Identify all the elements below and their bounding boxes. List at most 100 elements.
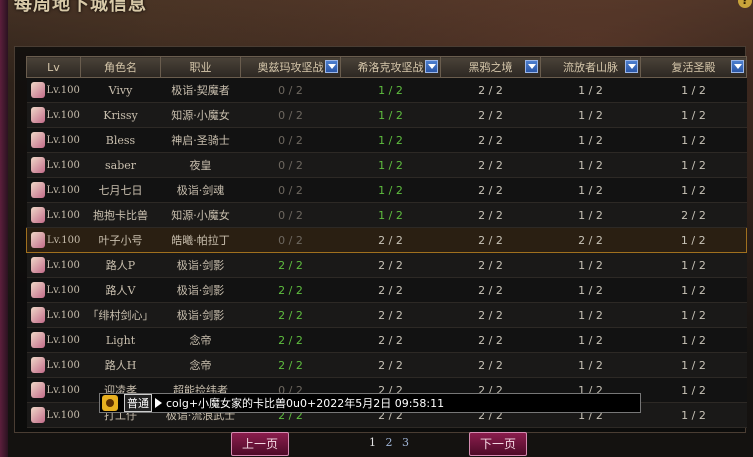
left-border	[0, 0, 8, 457]
column-header-1: 角色名	[80, 56, 161, 78]
column-header-6[interactable]: 流放者山脉	[540, 56, 641, 78]
level-text: Lv.100	[46, 184, 80, 196]
column-header-5[interactable]: 黑鸦之境	[440, 56, 541, 78]
character-job: 念帝	[160, 352, 241, 378]
column-header-4[interactable]: 希洛克攻坚战	[340, 56, 441, 78]
character-avatar-icon	[30, 257, 45, 273]
character-row[interactable]: Lv.100 Light 念帝 2 / 22 / 22 / 21 / 21 / 2	[26, 327, 747, 353]
character-row[interactable]: Lv.100 路人P 极诣·剑影 2 / 22 / 22 / 21 / 21 / 2	[26, 252, 747, 278]
dungeon-count-cell: 2 / 2	[340, 252, 441, 278]
character-name: 路人P	[80, 252, 161, 278]
dungeon-count-cell: 1 / 2	[640, 402, 747, 428]
level-text: Lv.100	[46, 259, 80, 271]
chat-emote-icon[interactable]	[102, 395, 118, 411]
dungeon-count-cell: 1 / 2	[340, 77, 441, 103]
character-name: Bless	[80, 127, 161, 153]
character-avatar-icon	[30, 307, 45, 323]
level-text: Lv.100	[46, 159, 80, 171]
character-avatar-icon	[30, 182, 45, 198]
character-name: Krissy	[80, 102, 161, 128]
dungeon-count-cell: 1 / 2	[640, 277, 747, 303]
dungeon-count-cell: 1 / 2	[540, 77, 641, 103]
dungeon-count-cell: 0 / 2	[240, 152, 341, 178]
page-numbers: 1 2 3	[366, 436, 412, 449]
dungeon-count-cell: 0 / 2	[240, 102, 341, 128]
dungeon-count-cell: 2 / 2	[240, 252, 341, 278]
dungeon-count-cell: 1 / 2	[540, 327, 641, 353]
character-row[interactable]: Lv.100 路人H 念帝 2 / 22 / 22 / 21 / 21 / 2	[26, 352, 747, 378]
character-avatar-icon	[31, 232, 45, 248]
character-job: 知源·小魔女	[160, 202, 241, 228]
character-row[interactable]: Lv.100 Vivy 极诣·契魔者 0 / 21 / 22 / 21 / 21 / …	[26, 77, 747, 103]
dungeon-count-cell: 1 / 2	[640, 77, 747, 103]
level-text: Lv.100	[46, 109, 80, 121]
dungeon-count-cell: 2 / 2	[440, 277, 541, 303]
dungeon-panel: Lv 角色名 职业 奥兹玛攻坚战 希洛克攻坚战 黑鸦之境 流放者山脉 复活圣殿 Lv.100 V…	[14, 46, 747, 433]
character-avatar-icon	[30, 207, 45, 223]
column-header-0: Lv	[26, 56, 81, 78]
column-header-label: 角色名	[104, 61, 137, 74]
character-row[interactable]: Lv.100 saber 夜皇 0 / 21 / 22 / 21 / 21 / 2	[26, 152, 747, 178]
character-row[interactable]: Lv.100 七月七日 极诣·剑魂 0 / 21 / 22 / 21 / 21 / 2	[26, 177, 747, 203]
chat-text[interactable]: colg+小魔女家的卡比兽0u0+2022年5月2日 09:58:11	[166, 395, 444, 411]
dungeon-count-cell: 0 / 2	[240, 127, 341, 153]
column-dropdown-icon[interactable]	[425, 60, 438, 73]
dungeon-count-cell: 2 / 2	[440, 327, 541, 353]
dungeon-count-cell: 1 / 2	[640, 252, 747, 278]
character-avatar-icon	[30, 132, 45, 148]
dungeon-count-cell: 1 / 2	[540, 252, 641, 278]
character-row[interactable]: Lv.100 路人V 极诣·剑影 2 / 22 / 22 / 21 / 21 / 2	[26, 277, 747, 303]
character-job: 知源·小魔女	[160, 102, 241, 128]
column-dropdown-icon[interactable]	[525, 60, 538, 73]
character-job: 极诣·剑魂	[160, 177, 241, 203]
page-link-1[interactable]: 1	[369, 436, 376, 449]
dungeon-count-cell: 1 / 2	[340, 152, 441, 178]
character-row[interactable]: Lv.100 Bless 神启·圣骑士 0 / 21 / 22 / 21 / 21 /…	[26, 127, 747, 153]
chat-input-bar[interactable]: 普通 colg+小魔女家的卡比兽0u0+2022年5月2日 09:58:11	[99, 393, 641, 413]
dungeon-count-cell: 0 / 2	[240, 202, 341, 228]
page-link-3[interactable]: 3	[402, 436, 409, 449]
character-job: 极诣·剑影	[160, 252, 241, 278]
dungeon-count-cell: 2 / 2	[340, 302, 441, 328]
chat-mode-label[interactable]: 普通	[124, 394, 152, 412]
character-job: 念帝	[160, 327, 241, 353]
dungeon-count-cell: 2 / 2	[340, 227, 441, 253]
column-header-label: 希洛克攻坚战	[357, 61, 424, 74]
dungeon-count-cell: 0 / 2	[240, 177, 341, 203]
dungeon-count-cell: 2 / 2	[440, 227, 541, 253]
dungeon-count-cell: 1 / 2	[640, 352, 747, 378]
level-cell: Lv.100	[26, 327, 81, 353]
character-row[interactable]: Lv.100 抱抱卡比兽 知源·小魔女 0 / 21 / 22 / 21 / 22 /…	[26, 202, 747, 228]
level-cell: Lv.100	[26, 227, 81, 253]
character-name: 叶子小号	[80, 227, 161, 253]
dungeon-count-cell: 2 / 2	[440, 252, 541, 278]
dungeon-count-cell: 2 / 2	[440, 177, 541, 203]
column-header-label: 职业	[189, 61, 212, 74]
dungeon-count-cell: 1 / 2	[640, 302, 747, 328]
level-cell: Lv.100	[26, 277, 81, 303]
dungeon-count-cell: 2 / 2	[440, 302, 541, 328]
prev-page-button[interactable]: 上一页	[231, 432, 289, 456]
dungeon-count-cell: 1 / 2	[640, 327, 747, 353]
column-header-label: 奥兹玛攻坚战	[257, 61, 324, 74]
character-row[interactable]: Lv.100 Krissy 知源·小魔女 0 / 21 / 22 / 21 / 21 …	[26, 102, 747, 128]
dungeon-table: Lv 角色名 职业 奥兹玛攻坚战 希洛克攻坚战 黑鸦之境 流放者山脉 复活圣殿 Lv.100 V…	[26, 56, 747, 428]
column-dropdown-icon[interactable]	[731, 60, 744, 73]
dungeon-count-cell: 2 / 2	[240, 277, 341, 303]
level-cell: Lv.100	[26, 77, 81, 103]
column-dropdown-icon[interactable]	[625, 60, 638, 73]
column-dropdown-icon[interactable]	[325, 60, 338, 73]
column-header-3[interactable]: 奥兹玛攻坚战	[240, 56, 341, 78]
level-cell: Lv.100	[26, 352, 81, 378]
page-link-2[interactable]: 2	[386, 436, 393, 449]
character-row[interactable]: Lv.100 「绯村剑心」 极诣·剑影 2 / 22 / 22 / 21 / 21 /…	[26, 302, 747, 328]
character-job: 皓曦·帕拉丁	[160, 227, 241, 253]
dungeon-count-cell: 1 / 2	[640, 177, 747, 203]
level-text: Lv.100	[46, 334, 80, 346]
column-header-7[interactable]: 复活圣殿	[640, 56, 747, 78]
character-row[interactable]: Lv.100 叶子小号 皓曦·帕拉丁 0 / 22 / 22 / 22 / 21 / …	[26, 227, 747, 253]
next-page-button[interactable]: 下一页	[469, 432, 527, 456]
dungeon-count-cell: 2 / 2	[240, 352, 341, 378]
level-cell: Lv.100	[26, 302, 81, 328]
dungeon-count-cell: 2 / 2	[340, 352, 441, 378]
